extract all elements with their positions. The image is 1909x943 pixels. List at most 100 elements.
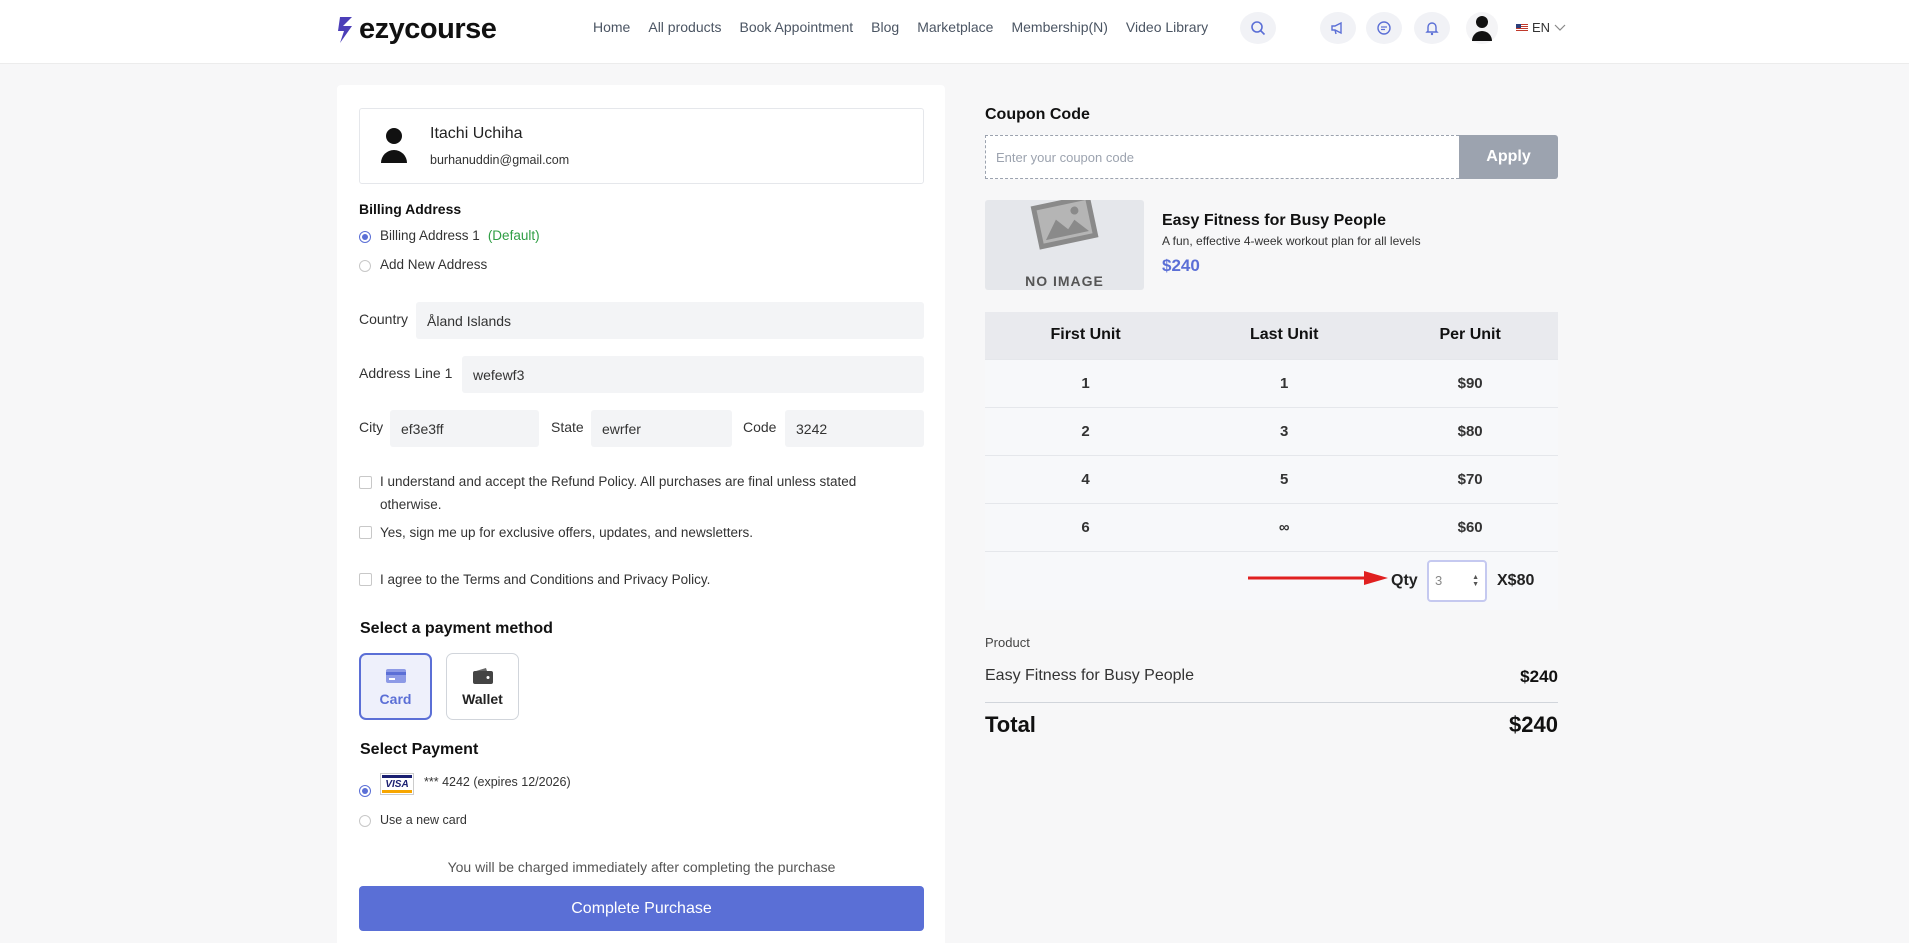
table-cell: 1 [1186, 358, 1383, 407]
checkout-form-panel: Itachi Uchiha burhanuddin@gmail.com Bill… [337, 85, 945, 943]
table-header: Per Unit [1382, 312, 1558, 359]
language-label: EN [1532, 20, 1551, 35]
billing-address-1-label: Billing Address 1 [380, 228, 480, 243]
code-field[interactable]: 3242 [785, 410, 924, 447]
spinner-arrows-icon[interactable]: ▲ ▼ [1472, 574, 1479, 588]
nav-membership[interactable]: Membership(N) [1011, 19, 1107, 35]
charge-notice: You will be charged immediately after co… [447, 859, 836, 875]
summary-product-name: Easy Fitness for Busy People [985, 667, 1194, 684]
table-row: 1 1 $90 [985, 358, 1558, 407]
saved-card-label[interactable]: *** 4242 (expires 12/2026) [424, 775, 571, 789]
table-cell: $60 [1382, 502, 1558, 551]
product-description: A fun, effective 4-week workout plan for… [1162, 234, 1421, 248]
megaphone-icon [1331, 21, 1342, 35]
user-info-card: Itachi Uchiha burhanuddin@gmail.com [359, 108, 924, 184]
coupon-code-input[interactable] [985, 135, 1459, 179]
billing-address-1-radio[interactable] [359, 231, 371, 243]
refund-policy-label: I understand and accept the Refund Polic… [380, 474, 857, 512]
top-header: ezycourse Home All products Book Appoint… [0, 0, 1909, 64]
table-cell: ∞ [1186, 502, 1383, 551]
total-label: Total [985, 712, 1036, 737]
nav-book-appointment[interactable]: Book Appointment [740, 19, 854, 35]
user-avatar-icon [1472, 16, 1492, 41]
state-field[interactable]: ewrfer [591, 410, 732, 447]
ezycourse-logo-icon [338, 16, 352, 43]
bell-icon [1425, 22, 1439, 36]
add-new-address-label[interactable]: Add New Address [380, 257, 487, 272]
wallet-method-label: Wallet [462, 690, 503, 707]
new-card-radio[interactable] [359, 815, 371, 827]
city-field[interactable]: ef3e3ff [390, 410, 539, 447]
city-label: City [359, 419, 384, 435]
table-cell: 5 [1186, 454, 1383, 503]
nav-blog[interactable]: Blog [871, 19, 899, 35]
messages-button[interactable] [1366, 12, 1402, 44]
unit-price-label: X$80 [1497, 572, 1535, 589]
newsletter-label: Yes, sign me up for exclusive offers, up… [380, 525, 753, 540]
user-name: Itachi Uchiha [430, 125, 523, 142]
summary-product-label: Product [985, 635, 1030, 650]
payment-method-title: Select a payment method [360, 620, 553, 637]
code-label: Code [743, 419, 777, 435]
nav-marketplace[interactable]: Marketplace [917, 19, 993, 35]
state-label: State [551, 419, 584, 435]
table-cell: 6 [985, 502, 1187, 551]
nav-home[interactable]: Home [593, 19, 630, 35]
saved-card-radio[interactable] [359, 785, 371, 797]
language-selector[interactable]: EN [1516, 20, 1566, 35]
address-line-1-label: Address Line 1 [359, 365, 453, 381]
table-cell: $80 [1382, 406, 1558, 455]
table-cell: 3 [1186, 406, 1383, 455]
tier-pricing-table: First Unit Last Unit Per Unit 1 1 $90 2 … [985, 312, 1558, 551]
address-line-1-field[interactable]: wefewf3 [462, 356, 924, 393]
terms-label: I agree to the Terms and Conditions and … [380, 572, 711, 587]
nav-all-products[interactable]: All products [648, 19, 721, 35]
product-price: $240 [1162, 256, 1200, 275]
visa-brand-text: VISA [385, 779, 409, 790]
us-flag-icon [1516, 23, 1528, 32]
nav-video-library[interactable]: Video Library [1126, 19, 1208, 35]
add-new-address-radio[interactable] [359, 260, 371, 272]
no-image-label: NO IMAGE [1025, 273, 1104, 289]
summary-product-price: $240 [1520, 667, 1558, 686]
apply-coupon-button[interactable]: Apply [1459, 135, 1558, 179]
complete-purchase-button[interactable]: Complete Purchase [359, 886, 924, 931]
country-label: Country [359, 311, 409, 327]
wallet-method-button[interactable]: Wallet [446, 653, 519, 720]
country-field[interactable]: Åland Islands [416, 302, 924, 339]
quantity-stepper[interactable]: 3 ▲ ▼ [1427, 560, 1487, 602]
billing-address-title: Billing Address [359, 201, 462, 217]
card-method-label: Card [379, 690, 412, 707]
table-cell: 4 [985, 454, 1187, 503]
select-payment-title: Select Payment [360, 741, 479, 758]
annotation-arrow-icon [1248, 571, 1388, 585]
table-header: Last Unit [1186, 312, 1383, 359]
card-icon [385, 668, 406, 683]
terms-checkbox[interactable] [359, 573, 372, 586]
search-icon [1251, 21, 1266, 36]
refund-policy-checkbox[interactable] [359, 476, 372, 489]
chat-icon [1377, 21, 1391, 35]
table-cell: 1 [985, 358, 1187, 407]
chevron-down-icon [1554, 24, 1566, 31]
newsletter-checkbox[interactable] [359, 526, 372, 539]
profile-menu-button[interactable] [1466, 12, 1498, 44]
quantity-label: Qty [1391, 572, 1418, 589]
card-method-button[interactable]: Card [359, 653, 432, 720]
billing-address-1-option[interactable]: Billing Address 1 (Default) [380, 228, 540, 243]
table-row: 6 ∞ $60 [985, 502, 1558, 551]
announcements-button[interactable] [1320, 12, 1356, 44]
user-avatar-icon [381, 128, 407, 163]
default-tag: (Default) [487, 228, 540, 243]
brand-logo[interactable]: ezycourse [337, 13, 497, 46]
search-button[interactable] [1240, 12, 1276, 44]
image-placeholder-icon [1030, 200, 1099, 250]
table-cell: $90 [1382, 358, 1558, 407]
product-title: Easy Fitness for Busy People [1162, 212, 1387, 229]
main-nav: Home All products Book Appointment Blog … [593, 19, 1208, 35]
new-card-label[interactable]: Use a new card [380, 813, 467, 827]
table-cell: $70 [1382, 454, 1558, 503]
product-thumbnail: NO IMAGE [985, 200, 1144, 290]
notifications-button[interactable] [1414, 12, 1450, 44]
total-value: $240 [1509, 712, 1558, 737]
